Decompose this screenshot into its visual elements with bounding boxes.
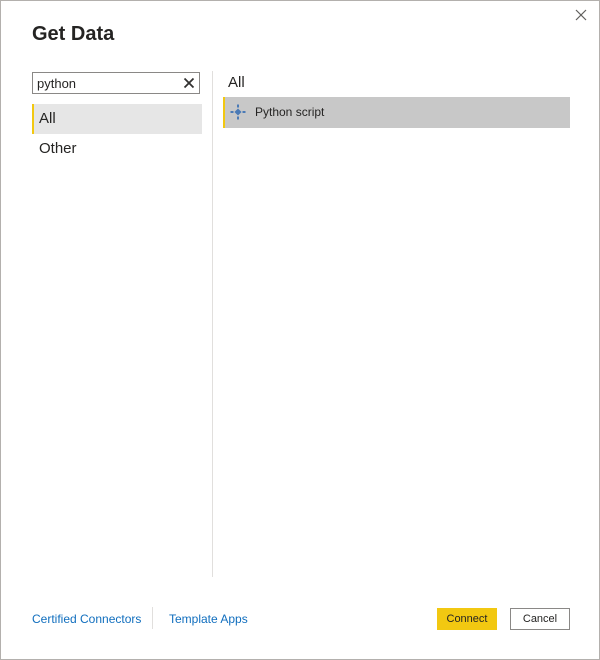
- result-item-python-script[interactable]: Python script: [223, 97, 570, 128]
- footer-divider: [152, 607, 153, 629]
- get-data-dialog: Get Data All Other All Python script Cer…: [0, 0, 600, 660]
- cancel-button[interactable]: Cancel: [510, 608, 570, 630]
- search-input[interactable]: [37, 74, 177, 92]
- certified-connectors-link[interactable]: Certified Connectors: [32, 612, 141, 626]
- search-box[interactable]: [32, 72, 200, 94]
- result-item-label: Python script: [255, 105, 325, 119]
- dialog-title: Get Data: [32, 23, 115, 45]
- category-item-all[interactable]: All: [32, 104, 202, 134]
- template-apps-link[interactable]: Template Apps: [169, 612, 248, 626]
- close-icon[interactable]: [572, 6, 590, 24]
- pane-divider: [212, 71, 213, 577]
- close-icon[interactable]: [182, 76, 196, 90]
- connect-button[interactable]: Connect: [437, 608, 497, 630]
- category-item-other[interactable]: Other: [32, 134, 202, 164]
- results-list: Python script: [223, 97, 570, 128]
- category-list: All Other: [32, 104, 202, 164]
- python-script-icon: [230, 104, 246, 120]
- results-heading: All: [228, 74, 245, 91]
